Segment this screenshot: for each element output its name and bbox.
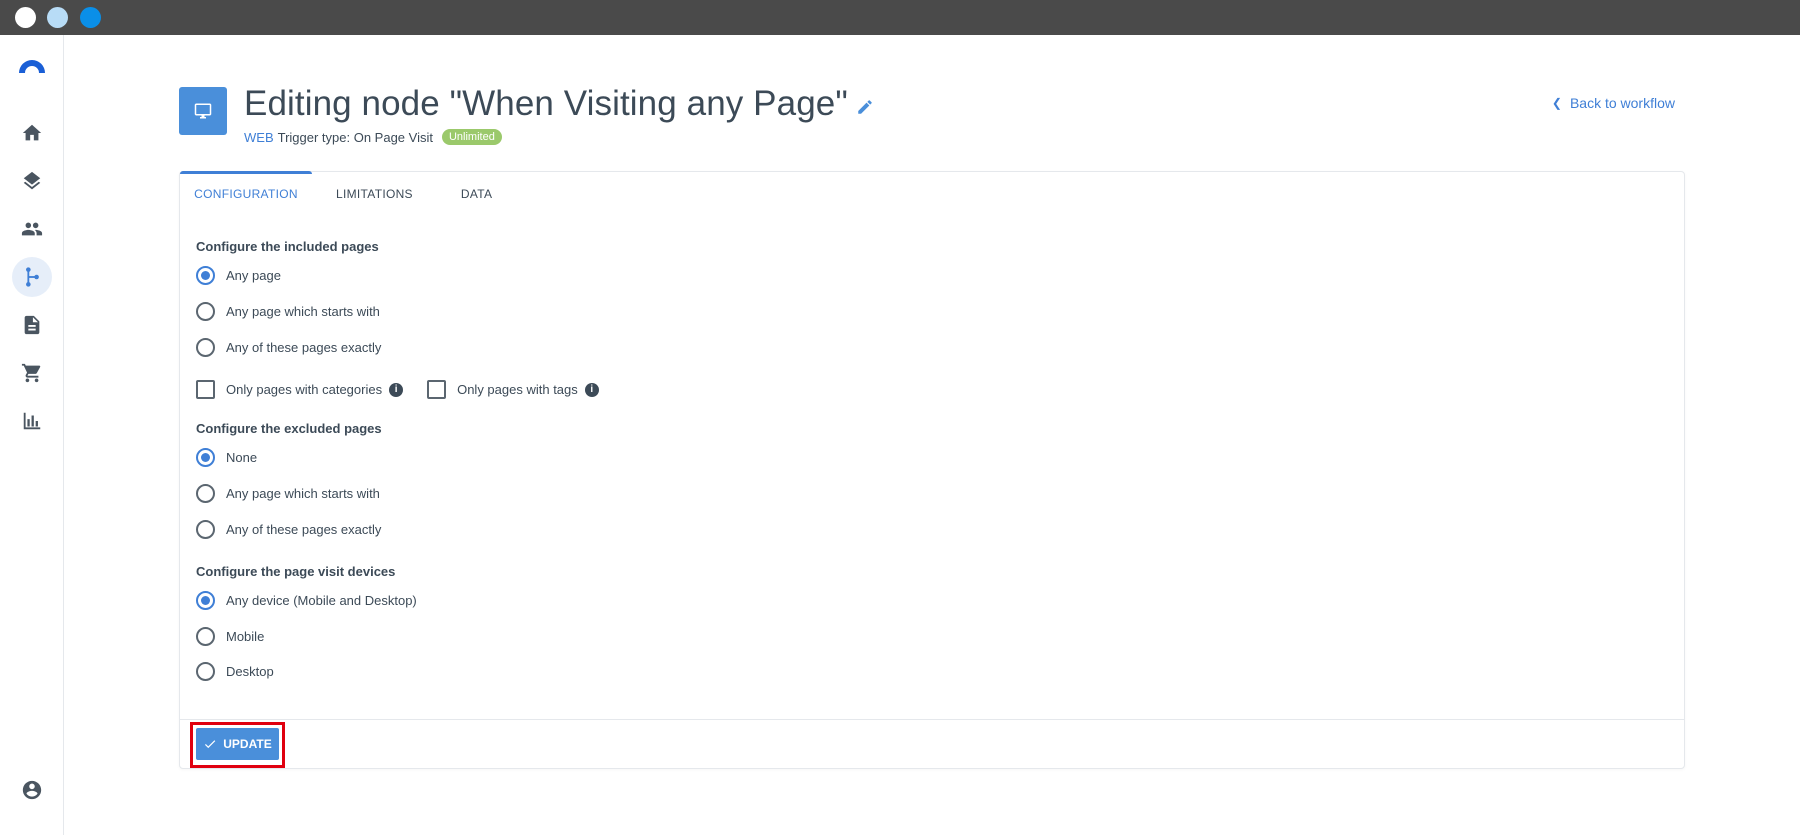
checkbox[interactable]	[196, 380, 215, 399]
pencil-icon	[858, 100, 872, 114]
device-option-desktop[interactable]: Desktop	[196, 662, 274, 681]
option-label: Desktop	[226, 664, 274, 679]
excluded-pages-title: Configure the excluded pages	[196, 421, 382, 436]
card-footer: UPDATE	[180, 719, 1684, 768]
radio-button[interactable]	[196, 520, 215, 539]
checkbox-label: Only pages with tags	[457, 382, 578, 397]
sidebar-item-home[interactable]	[12, 113, 52, 153]
option-label: None	[226, 450, 258, 465]
checkbox-label: Only pages with categories	[226, 382, 383, 397]
page-title: Editing node "When Visiting any Page"	[244, 84, 848, 123]
included-option-starts-with[interactable]: Any page which starts with	[196, 302, 380, 321]
configuration-card: CONFIGURATION LIMITATIONS DATA Configure…	[179, 171, 1685, 769]
document-icon	[24, 315, 40, 335]
option-label: Any page which starts with	[226, 304, 380, 319]
window-minimize-button[interactable]	[47, 7, 68, 28]
info-icon[interactable]: i	[584, 382, 599, 397]
people-icon	[21, 222, 43, 236]
included-option-exact[interactable]: Any of these pages exactly	[196, 338, 381, 357]
included-filters-row: Only pages with categories i Only pages …	[196, 380, 599, 399]
back-to-workflow-link[interactable]: ❮ Back to workflow	[1552, 95, 1675, 111]
tab-data[interactable]: DATA	[437, 172, 516, 220]
back-link-label: Back to workflow	[1569, 95, 1675, 111]
excluded-option-starts-with[interactable]: Any page which starts with	[196, 484, 380, 503]
option-label: Any page which starts with	[226, 486, 380, 501]
title-row: Editing node "When Visiting any Page"	[244, 84, 874, 124]
sidebar-item-documents[interactable]	[12, 305, 52, 345]
update-button[interactable]: UPDATE	[196, 728, 279, 760]
radio-button[interactable]	[196, 448, 215, 467]
window-maximize-button[interactable]	[80, 7, 101, 28]
chart-icon	[23, 412, 41, 430]
node-type-icon	[179, 87, 227, 135]
tab-bar: CONFIGURATION LIMITATIONS DATA	[180, 171, 516, 220]
tab-configuration[interactable]: CONFIGURATION	[180, 171, 312, 220]
option-label: Mobile	[226, 629, 265, 644]
radio-button[interactable]	[196, 662, 215, 681]
excluded-option-exact[interactable]: Any of these pages exactly	[196, 520, 381, 539]
included-pages-title: Configure the included pages	[196, 239, 379, 254]
radio-button[interactable]	[196, 591, 215, 610]
update-button-label: UPDATE	[223, 737, 272, 751]
checkbox-only-tags[interactable]: Only pages with tags i	[427, 380, 599, 399]
desktop-icon	[194, 103, 212, 119]
trigger-type-label: Trigger type: On Page Visit	[277, 129, 433, 145]
devices-title: Configure the page visit devices	[196, 564, 396, 579]
sidebar-item-layers[interactable]	[12, 161, 52, 201]
checkbox[interactable]	[427, 380, 447, 399]
sidebar	[0, 35, 64, 835]
window-close-button[interactable]	[15, 7, 36, 28]
node-subtitle: WEB Trigger type: On Page Visit Unlimite…	[244, 129, 502, 145]
included-option-any-page[interactable]: Any page	[196, 266, 281, 285]
radio-button[interactable]	[196, 302, 215, 321]
option-label: Any of these pages exactly	[226, 522, 382, 537]
chevron-left-icon: ❮	[1551, 96, 1562, 110]
sidebar-item-cart[interactable]	[12, 353, 52, 393]
info-icon[interactable]: i	[389, 382, 404, 397]
check-icon	[205, 740, 216, 749]
radio-button[interactable]	[196, 338, 215, 357]
layers-icon	[23, 171, 41, 190]
device-option-any[interactable]: Any device (Mobile and Desktop)	[196, 591, 417, 610]
sidebar-item-reports[interactable]	[12, 401, 52, 441]
window-titlebar	[0, 0, 1800, 35]
option-label: Any page	[226, 268, 281, 283]
home-icon	[22, 124, 42, 141]
sidebar-item-people[interactable]	[12, 209, 52, 249]
status-badge: Unlimited	[441, 129, 502, 145]
tab-limitations[interactable]: LIMITATIONS	[312, 172, 437, 220]
app-logo-icon[interactable]	[17, 55, 47, 75]
excluded-option-none[interactable]: None	[196, 448, 257, 467]
sidebar-item-account[interactable]	[12, 770, 52, 810]
radio-button[interactable]	[196, 484, 215, 503]
radio-button[interactable]	[196, 627, 215, 646]
radio-button[interactable]	[196, 266, 215, 285]
workflow-icon	[26, 267, 39, 287]
device-option-mobile[interactable]: Mobile	[196, 627, 264, 646]
sidebar-item-workflows[interactable]	[12, 257, 52, 297]
channel-label: WEB	[244, 129, 274, 145]
edit-title-button[interactable]	[856, 98, 874, 116]
option-label: Any of these pages exactly	[226, 340, 382, 355]
checkbox-only-categories[interactable]: Only pages with categories i	[196, 380, 404, 399]
account-icon	[22, 780, 42, 800]
option-label: Any device (Mobile and Desktop)	[226, 593, 417, 608]
cart-icon	[21, 363, 41, 383]
